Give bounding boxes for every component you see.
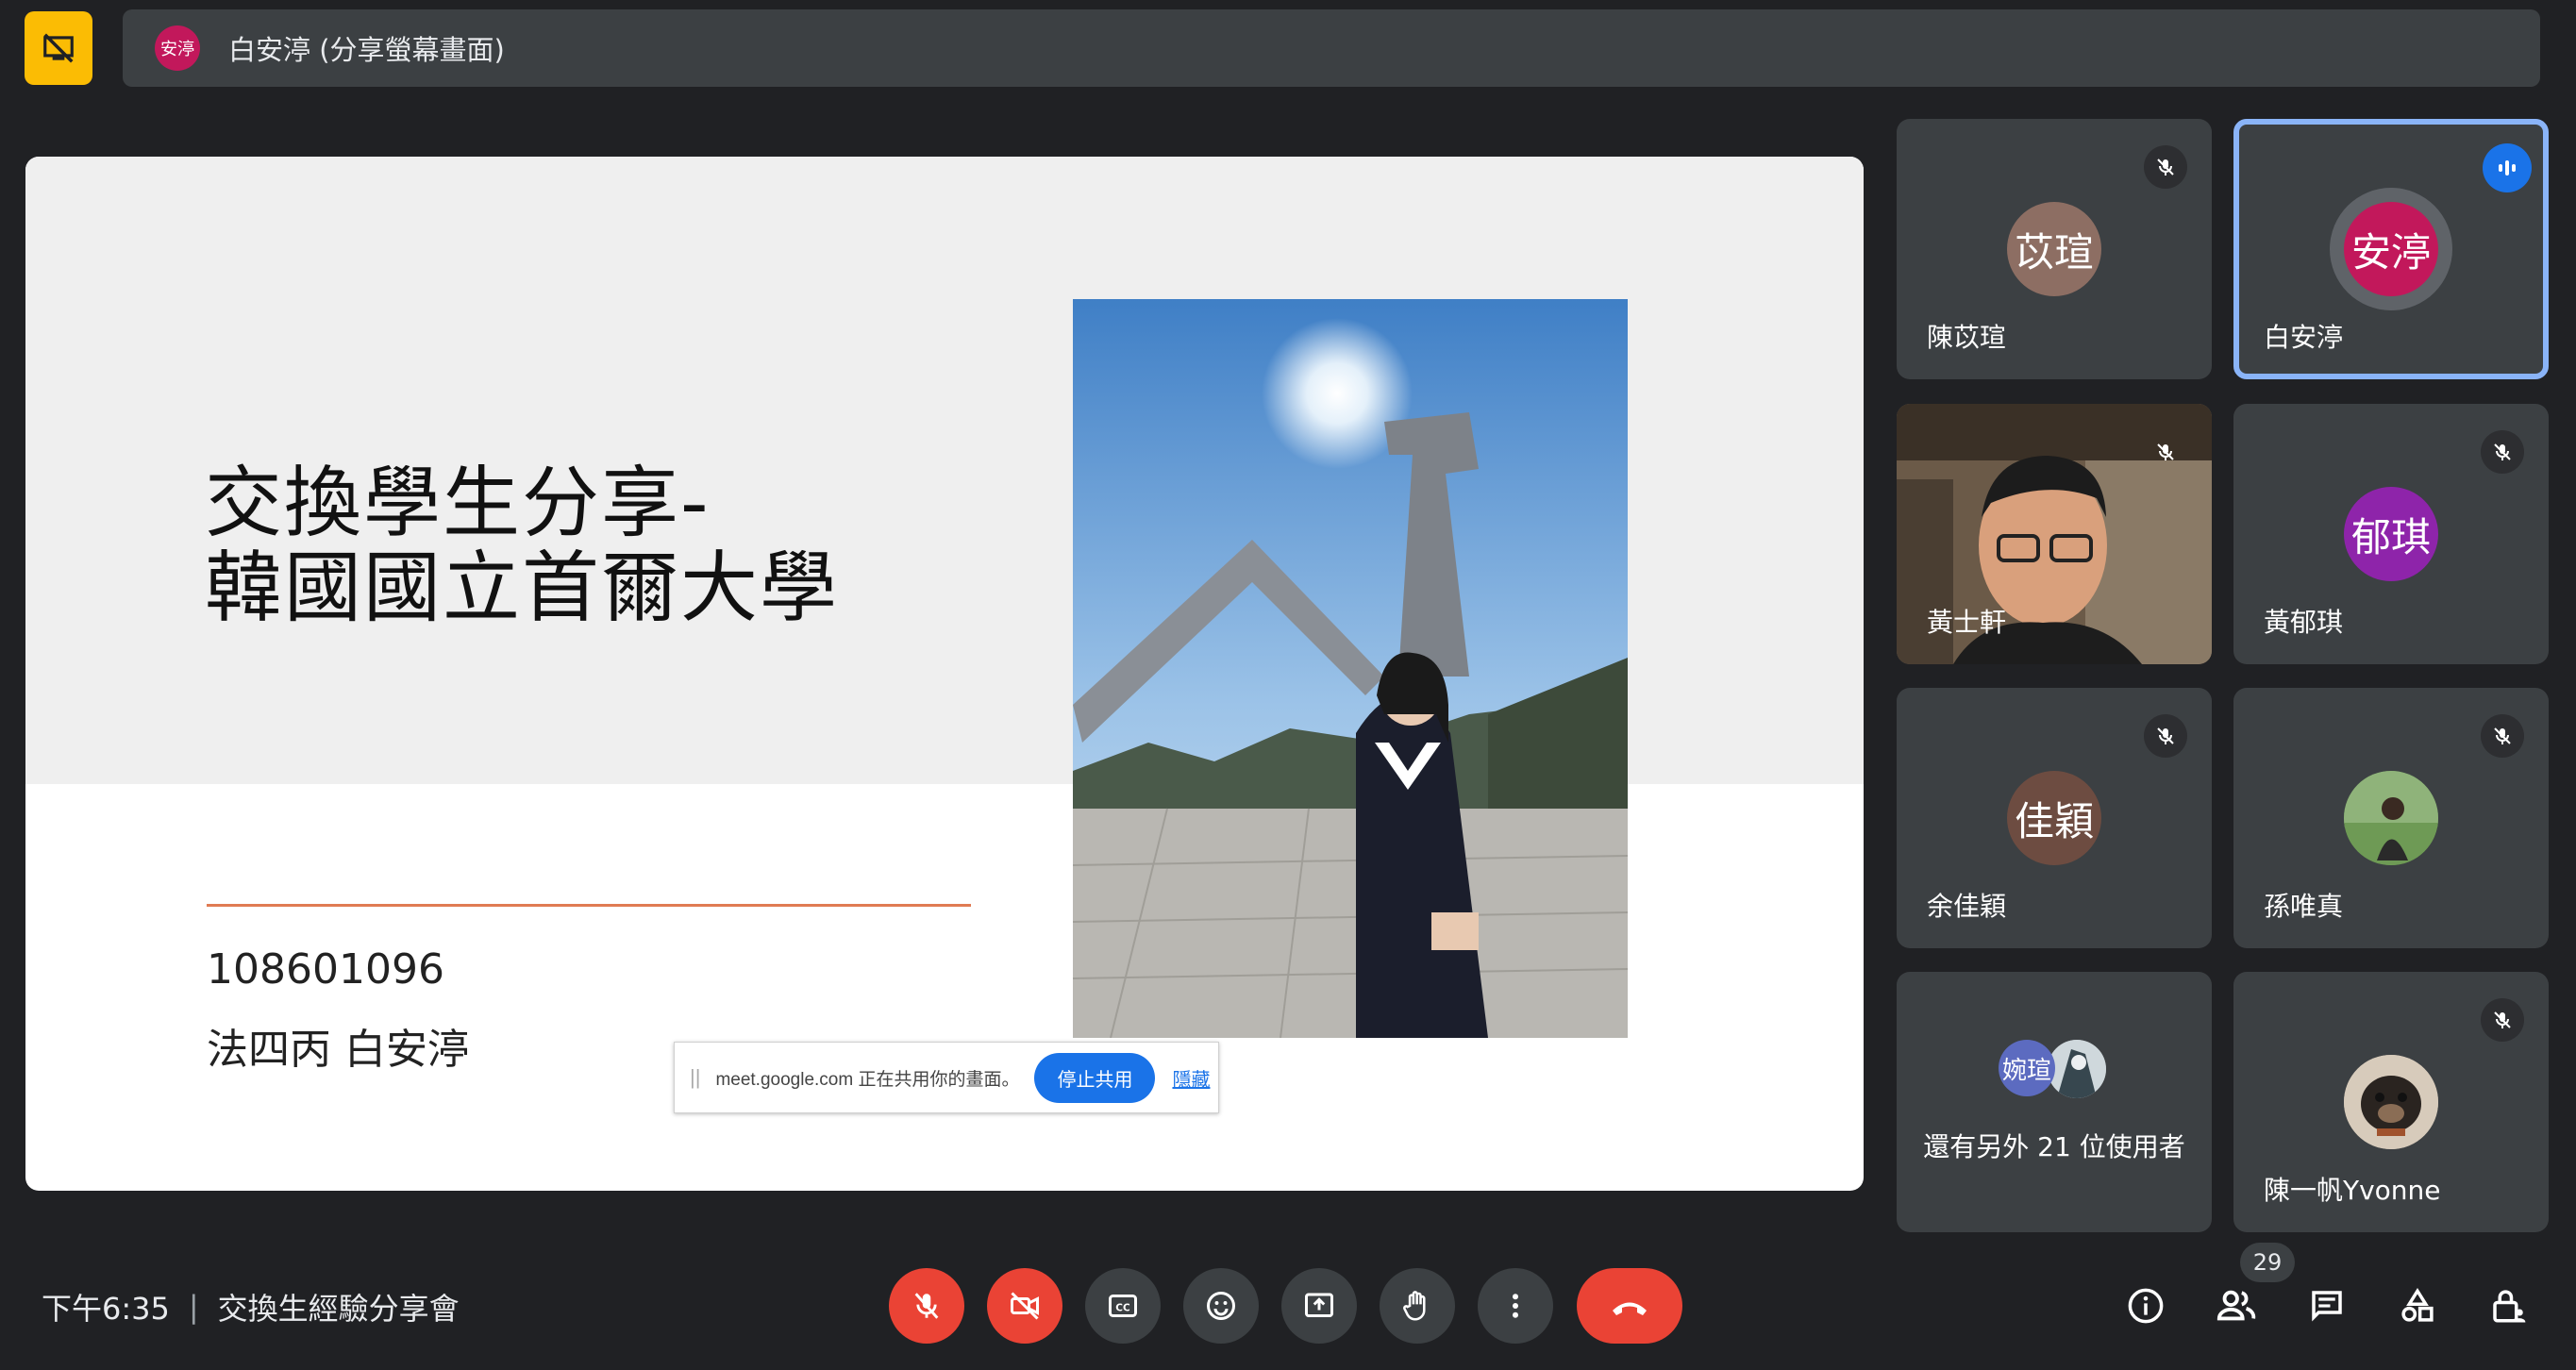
shared-screen: 交換學生分享- 韓國國立首爾大學 108601096 法四丙 白安渟 xyxy=(25,157,1864,1191)
share-notice-text: meet.google.com 正在共用你的畫面。 xyxy=(715,1069,1020,1090)
people-button[interactable] xyxy=(2206,1276,2267,1336)
participant-tile[interactable]: 安渟 白安渟 xyxy=(2233,119,2549,379)
others-count-label: 還有另外 21 位使用者 xyxy=(1923,1131,2185,1162)
mic-off-icon xyxy=(2481,430,2524,474)
present-screen-icon xyxy=(1305,1293,1333,1317)
activities-shapes-icon xyxy=(2401,1287,2434,1322)
mic-off-icon xyxy=(2481,714,2524,758)
meeting-details-button[interactable] xyxy=(2116,1276,2176,1336)
participant-tile[interactable]: 佳穎 余佳穎 xyxy=(1897,688,2212,948)
participant-tile[interactable]: 苡瑄 陳苡瑄 xyxy=(1897,119,2212,379)
mic-off-icon xyxy=(2481,998,2524,1042)
participant-name: 黃士軒 xyxy=(1927,607,2007,638)
mic-off-icon xyxy=(2144,145,2187,189)
host-controls-button[interactable] xyxy=(2478,1276,2538,1336)
slide-title-line2: 韓國國立首爾大學 xyxy=(205,543,840,633)
speaking-indicator-icon xyxy=(2483,143,2532,192)
mic-off-icon xyxy=(914,1293,939,1319)
raise-hand-button[interactable] xyxy=(1380,1268,1455,1344)
participant-avatar: 苡瑄 xyxy=(2007,202,2101,296)
participant-photo-avatar xyxy=(2048,1040,2106,1098)
activities-button[interactable] xyxy=(2387,1276,2448,1336)
stop-present-icon xyxy=(43,33,74,63)
people-icon xyxy=(2216,1290,2256,1321)
emoji-icon xyxy=(1207,1292,1235,1320)
others-tile[interactable]: 婉瑄 還有另外 21 位使用者 xyxy=(1897,972,2212,1232)
participant-avatar: 安渟 xyxy=(2344,202,2438,296)
separator: | xyxy=(188,1289,199,1325)
reactions-button[interactable] xyxy=(1183,1268,1259,1344)
call-end-icon xyxy=(1613,1302,1647,1315)
hide-notice-link[interactable]: 隱藏 xyxy=(1172,1064,1210,1092)
chat-button[interactable] xyxy=(2297,1276,2357,1336)
graduation-photo xyxy=(1073,299,1628,1038)
participant-tile[interactable]: 孫唯真 xyxy=(2233,688,2549,948)
presenter-avatar: 安渟 xyxy=(155,25,200,71)
chat-icon xyxy=(2312,1291,2342,1322)
captions-button[interactable]: CC xyxy=(1085,1268,1161,1344)
microphone-toggle-button[interactable] xyxy=(889,1268,964,1344)
presenter-label: 白安渟 (分享螢幕畫面) xyxy=(228,34,505,66)
student-name: 法四丙 白安渟 xyxy=(207,1026,469,1074)
lock-person-icon xyxy=(2493,1290,2526,1323)
info-icon xyxy=(2128,1288,2164,1324)
participant-avatar: 佳穎 xyxy=(2007,771,2101,865)
participant-tile[interactable]: 陳一帆Yvonne xyxy=(2233,972,2549,1232)
mic-off-icon xyxy=(2144,714,2187,758)
participant-name: 白安渟 xyxy=(2264,322,2344,353)
participant-name: 陳一帆Yvonne xyxy=(2264,1175,2441,1206)
leave-call-button[interactable] xyxy=(1577,1268,1682,1344)
presenter-bar: 安渟 白安渟 (分享螢幕畫面) xyxy=(123,9,2540,87)
meeting-details: 下午6:35 | 交換生經驗分享會 xyxy=(42,1285,460,1328)
more-vert-icon xyxy=(1513,1294,1518,1318)
participant-name: 孫唯真 xyxy=(2264,891,2344,922)
stop-presenting-button[interactable] xyxy=(25,11,92,85)
participant-photo-avatar xyxy=(2344,1055,2438,1149)
camera-toggle-button[interactable] xyxy=(987,1268,1062,1344)
participant-name: 黃郁琪 xyxy=(2264,607,2344,638)
drag-handle-icon[interactable]: || xyxy=(690,1065,700,1090)
hand-icon xyxy=(1403,1291,1426,1321)
participant-name: 余佳穎 xyxy=(1927,891,2007,922)
participant-photo-avatar xyxy=(2344,771,2438,865)
present-now-button[interactable] xyxy=(1281,1268,1357,1344)
participant-avatar: 郁琪 xyxy=(2344,487,2438,581)
meeting-title: 交換生經驗分享會 xyxy=(217,1291,460,1327)
participant-name: 陳苡瑄 xyxy=(1927,322,2007,353)
camera-off-icon xyxy=(1011,1292,1039,1320)
participant-tile[interactable]: 黃士軒 xyxy=(1897,404,2212,664)
svg-text:CC: CC xyxy=(1115,1302,1130,1313)
mic-off-icon xyxy=(2144,430,2187,474)
more-options-button[interactable] xyxy=(1478,1268,1553,1344)
screen-share-notice: || meet.google.com 正在共用你的畫面。 停止共用 隱藏 xyxy=(674,1042,1219,1113)
current-time: 下午6:35 xyxy=(42,1291,170,1327)
participant-tile[interactable]: 郁琪 黃郁琪 xyxy=(2233,404,2549,664)
slide-divider xyxy=(207,904,971,907)
participant-avatar: 婉瑄 xyxy=(1999,1040,2055,1096)
student-id: 108601096 xyxy=(207,945,444,994)
captions-icon: CC xyxy=(1109,1295,1137,1317)
stop-sharing-button[interactable]: 停止共用 xyxy=(1034,1052,1156,1103)
